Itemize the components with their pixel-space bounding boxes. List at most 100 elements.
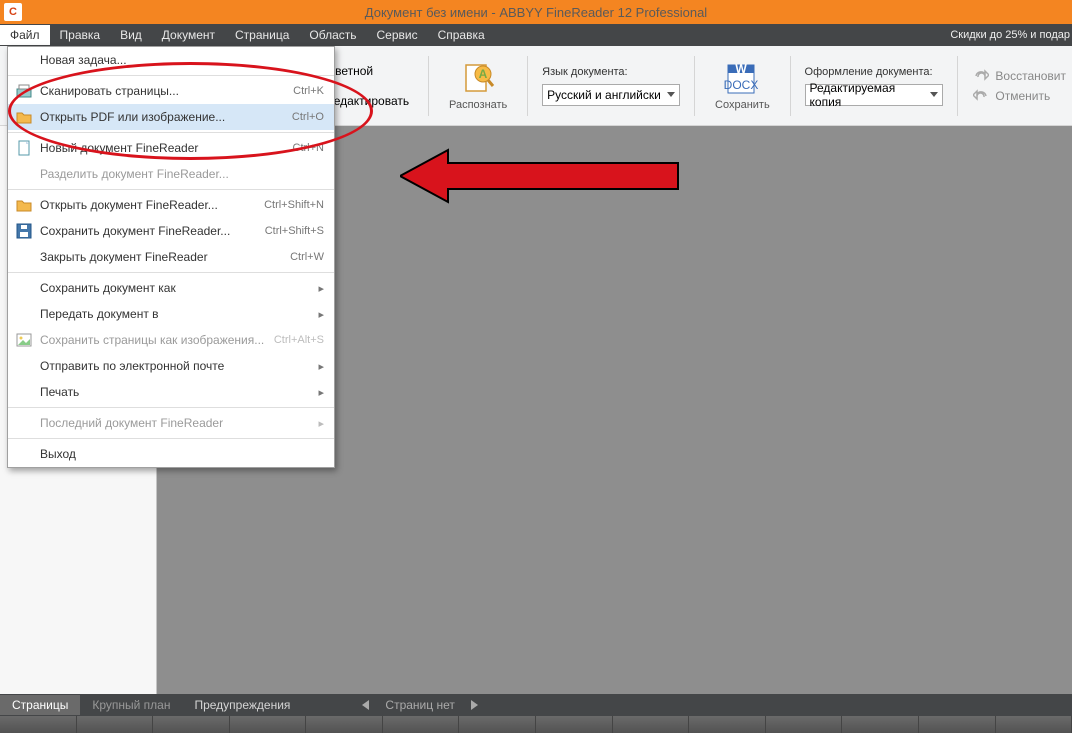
separator xyxy=(957,56,958,116)
language-value: Русский и английски xyxy=(547,88,661,102)
menu-item[interactable]: Сохранить документ FineReader... Ctrl+Shi… xyxy=(8,218,334,244)
menu-service[interactable]: Сервис xyxy=(367,25,428,45)
menu-item-label: Последний документ FineReader xyxy=(40,416,223,430)
language-select[interactable]: Русский и английски xyxy=(542,84,680,106)
menu-item[interactable]: Открыть PDF или изображение... Ctrl+O xyxy=(8,104,334,130)
menu-file[interactable]: Файл xyxy=(0,25,50,45)
svg-text:W: W xyxy=(736,62,748,76)
menu-area[interactable]: Область xyxy=(299,25,366,45)
menu-item: Последний документ FineReader ▸ xyxy=(8,410,334,436)
status-tab-pages[interactable]: Страницы xyxy=(0,695,80,715)
pager: Страниц нет xyxy=(362,698,477,712)
menu-item-label: Передать документ в xyxy=(40,307,159,321)
menu-item-label: Сохранить документ FineReader... xyxy=(40,224,230,238)
menu-page[interactable]: Страница xyxy=(225,25,299,45)
file-menu-dropdown: Новая задача... Сканировать страницы... Ct… xyxy=(7,46,335,468)
prev-page-icon[interactable] xyxy=(362,700,369,710)
menu-item-label: Новый документ FineReader xyxy=(40,141,198,155)
menu-edit[interactable]: Правка xyxy=(50,25,111,45)
menu-item-label: Новая задача... xyxy=(40,53,127,67)
submenu-arrow-icon: ▸ xyxy=(318,386,324,399)
recognize-button[interactable]: A Распознать xyxy=(443,57,513,115)
menu-view[interactable]: Вид xyxy=(110,25,152,45)
undo-label: Отменить xyxy=(995,89,1050,103)
format-label: Оформление документа: xyxy=(805,66,943,78)
submenu-arrow-icon: ▸ xyxy=(318,417,324,430)
menu-item[interactable]: Закрыть документ FineReader Ctrl+W xyxy=(8,244,334,270)
format-value: Редактируемая копия xyxy=(810,81,930,109)
window-title: Документ без имени - ABBYY FineReader 12… xyxy=(0,5,1072,20)
separator xyxy=(694,56,695,116)
format-select[interactable]: Редактируемая копия xyxy=(805,84,943,106)
promo-text[interactable]: Скидки до 25% и подар xyxy=(948,29,1072,41)
menu-item[interactable]: Сохранить документ как▸ xyxy=(8,275,334,301)
word-doc-icon: W DOCX xyxy=(724,62,758,96)
undo-redo-group: Восстановит Отменить xyxy=(971,65,1068,107)
disk-icon xyxy=(16,223,32,239)
app-icon: C xyxy=(4,3,22,21)
shortcut: Ctrl+O xyxy=(292,111,324,123)
menu-item-label: Сохранить страницы как изображения... xyxy=(40,333,264,347)
shortcut: Ctrl+K xyxy=(293,85,324,97)
svg-text:A: A xyxy=(479,67,488,81)
thumbnail-strip xyxy=(0,716,1072,733)
folder-icon xyxy=(16,109,32,125)
menu-item[interactable]: Открыть документ FineReader... Ctrl+Shift… xyxy=(8,192,334,218)
folder2-icon xyxy=(16,197,32,213)
page-count: Страниц нет xyxy=(385,698,454,712)
menu-item-label: Печать xyxy=(40,385,79,399)
menu-item-label: Закрыть документ FineReader xyxy=(40,250,208,264)
menu-item-label: Разделить документ FineReader... xyxy=(40,167,229,181)
menu-item[interactable]: Передать документ в ▸ xyxy=(8,301,334,327)
format-group: Оформление документа: Редактируемая копи… xyxy=(805,66,943,106)
language-group: Язык документа: Русский и английски xyxy=(542,66,680,106)
restore-button[interactable]: Восстановит xyxy=(973,69,1066,83)
menu-item[interactable]: Новый документ FineReader Ctrl+N xyxy=(8,135,334,161)
chevron-down-icon xyxy=(667,92,675,97)
redo-arrow-icon xyxy=(973,69,989,83)
menu-item-label: Открыть документ FineReader... xyxy=(40,198,218,212)
shortcut: Ctrl+Alt+S xyxy=(274,334,324,346)
shortcut: Ctrl+Shift+N xyxy=(264,199,324,211)
status-tab-warnings[interactable]: Предупреждения xyxy=(182,695,302,715)
menu-item: Разделить документ FineReader... xyxy=(8,161,334,187)
recognize-label: Распознать xyxy=(449,99,507,111)
shortcut: Ctrl+N xyxy=(293,142,324,154)
menu-item[interactable]: Сканировать страницы... Ctrl+K xyxy=(8,78,334,104)
submenu-arrow-icon: ▸ xyxy=(318,308,324,321)
menu-document[interactable]: Документ xyxy=(152,25,225,45)
menu-item-label: Выход xyxy=(40,447,76,461)
language-label: Язык документа: xyxy=(542,66,680,78)
image-icon xyxy=(16,332,32,348)
shortcut: Ctrl+Shift+S xyxy=(265,225,324,237)
menu-item-label: Открыть PDF или изображение... xyxy=(40,110,225,124)
menu-item-label: Сканировать страницы... xyxy=(40,84,179,98)
status-tab-zoom[interactable]: Крупный план xyxy=(80,695,182,715)
menu-item: Сохранить страницы как изображения... Ctr… xyxy=(8,327,334,353)
statusbar: Страницы Крупный план Предупреждения Стр… xyxy=(0,694,1072,716)
menubar: Файл Правка Вид Документ Страница Област… xyxy=(0,24,1072,46)
next-page-icon[interactable] xyxy=(471,700,478,710)
menu-item[interactable]: Новая задача... xyxy=(8,47,334,73)
shortcut: Ctrl+W xyxy=(290,251,324,263)
submenu-arrow-icon: ▸ xyxy=(318,360,324,373)
undo-button[interactable]: Отменить xyxy=(973,89,1066,103)
magnifier-doc-icon: A xyxy=(461,62,495,96)
menu-item[interactable]: Печать ▸ xyxy=(8,379,334,405)
separator xyxy=(428,56,429,116)
restore-label: Восстановит xyxy=(995,69,1066,83)
separator xyxy=(790,56,791,116)
menu-help[interactable]: Справка xyxy=(428,25,495,45)
undo-arrow-icon xyxy=(973,89,989,103)
menu-item[interactable]: Выход xyxy=(8,441,334,467)
separator xyxy=(527,56,528,116)
titlebar: C Документ без имени - ABBYY FineReader … xyxy=(0,0,1072,24)
edit-label: Редактировать xyxy=(326,94,409,108)
menu-item[interactable]: Отправить по электронной почте▸ xyxy=(8,353,334,379)
svg-text:DOCX: DOCX xyxy=(724,78,758,92)
save-button[interactable]: W DOCX Сохранить xyxy=(709,57,776,115)
submenu-arrow-icon: ▸ xyxy=(318,282,324,295)
save-label: Сохранить xyxy=(715,99,770,111)
scanner-icon xyxy=(16,83,32,99)
newdoc-icon xyxy=(16,140,32,156)
